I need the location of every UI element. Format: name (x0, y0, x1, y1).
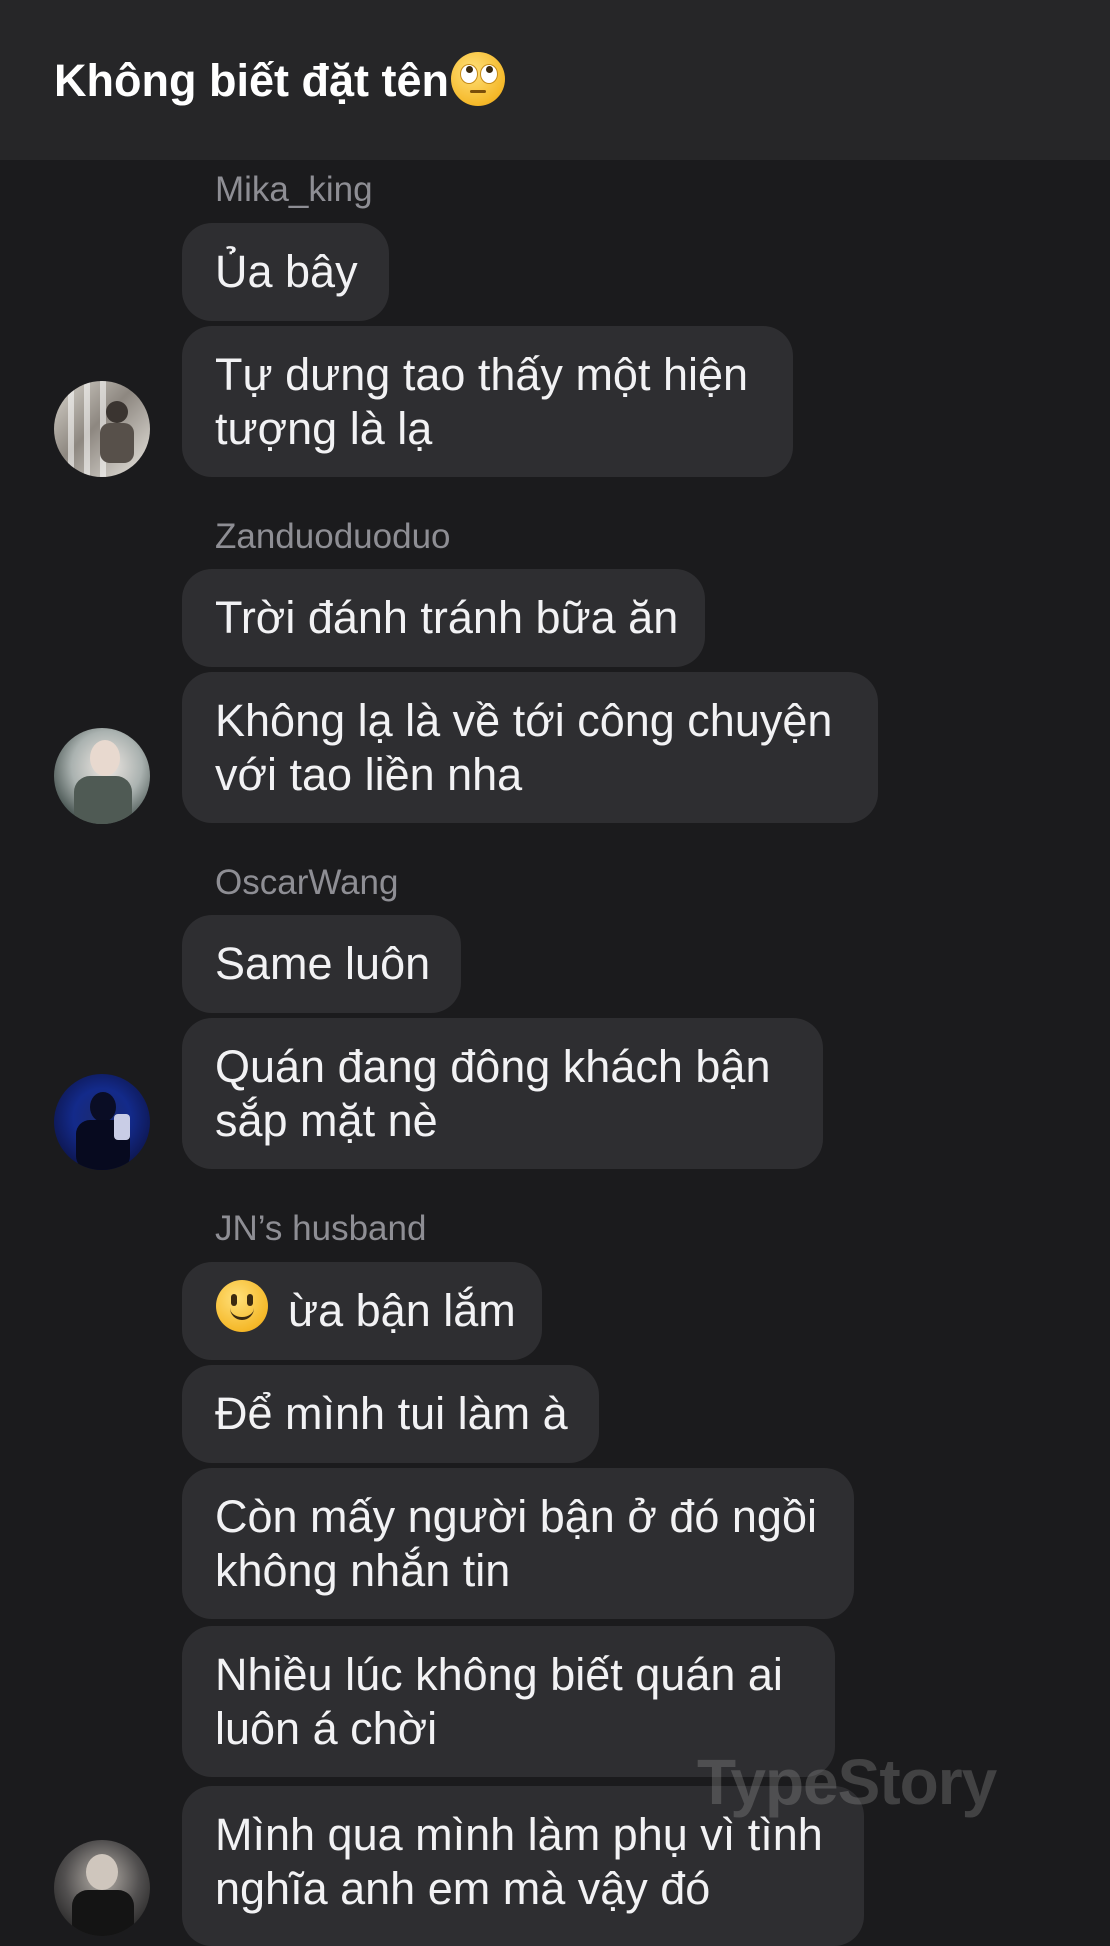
message-bubble[interactable]: Để mình tui làm à (182, 1365, 599, 1463)
message-text: Tự dưng tao thấy một hiện tượng là lạ (215, 349, 749, 454)
message-text: Mình qua mình làm phụ vì tình nghĩa anh … (215, 1809, 823, 1914)
sender-name: OscarWang (215, 863, 399, 902)
chat-title[interactable]: Không biết đặt tên (54, 52, 505, 107)
message-text: Để mình tui làm à (215, 1388, 568, 1439)
message-bubble[interactable]: ừa bận lắm (182, 1262, 542, 1360)
chat-title-text: Không biết đặt tên (54, 55, 449, 106)
watermark: TypeStory (697, 1746, 997, 1818)
message-text: Quán đang đông khách bận sắp mặt nè (215, 1041, 771, 1146)
message-text: Trời đánh tránh bữa ăn (215, 592, 679, 643)
message-text: Không lạ là về tới công chuyện với tao l… (215, 695, 833, 800)
message-bubble[interactable]: Trời đánh tránh bữa ăn (182, 569, 705, 667)
sender-avatar[interactable] (54, 381, 150, 477)
message-bubble[interactable]: Same luôn (182, 915, 461, 1013)
message-text: ừa bận lắm (288, 1285, 516, 1336)
slightly-smiling-face-icon (216, 1280, 268, 1332)
message-bubble[interactable]: Còn mấy người bận ở đó ngồi không nhắn t… (182, 1468, 854, 1619)
message-text: Ủa bây (215, 246, 358, 297)
sender-avatar[interactable] (54, 728, 150, 824)
message-bubble[interactable]: Không lạ là về tới công chuyện với tao l… (182, 672, 878, 823)
sender-name: Zanduoduoduo (215, 517, 451, 556)
message-bubble[interactable]: Ủa bây (182, 223, 389, 321)
sender-avatar[interactable] (54, 1074, 150, 1170)
sender-avatar[interactable] (54, 1840, 150, 1936)
rolling-eyes-emoji-icon (450, 52, 505, 106)
message-text: Nhiều lúc không biết quán ai luôn á chời (215, 1649, 783, 1754)
sender-name: JN’s husband (215, 1209, 427, 1248)
chat-header: Không biết đặt tên (0, 0, 1110, 160)
message-bubble[interactable]: Tự dưng tao thấy một hiện tượng là lạ (182, 326, 793, 477)
message-text: Same luôn (215, 938, 431, 989)
sender-name: Mika_king (215, 170, 373, 209)
message-text: Còn mấy người bận ở đó ngồi không nhắn t… (215, 1491, 817, 1596)
message-bubble[interactable]: Quán đang đông khách bận sắp mặt nè (182, 1018, 823, 1169)
